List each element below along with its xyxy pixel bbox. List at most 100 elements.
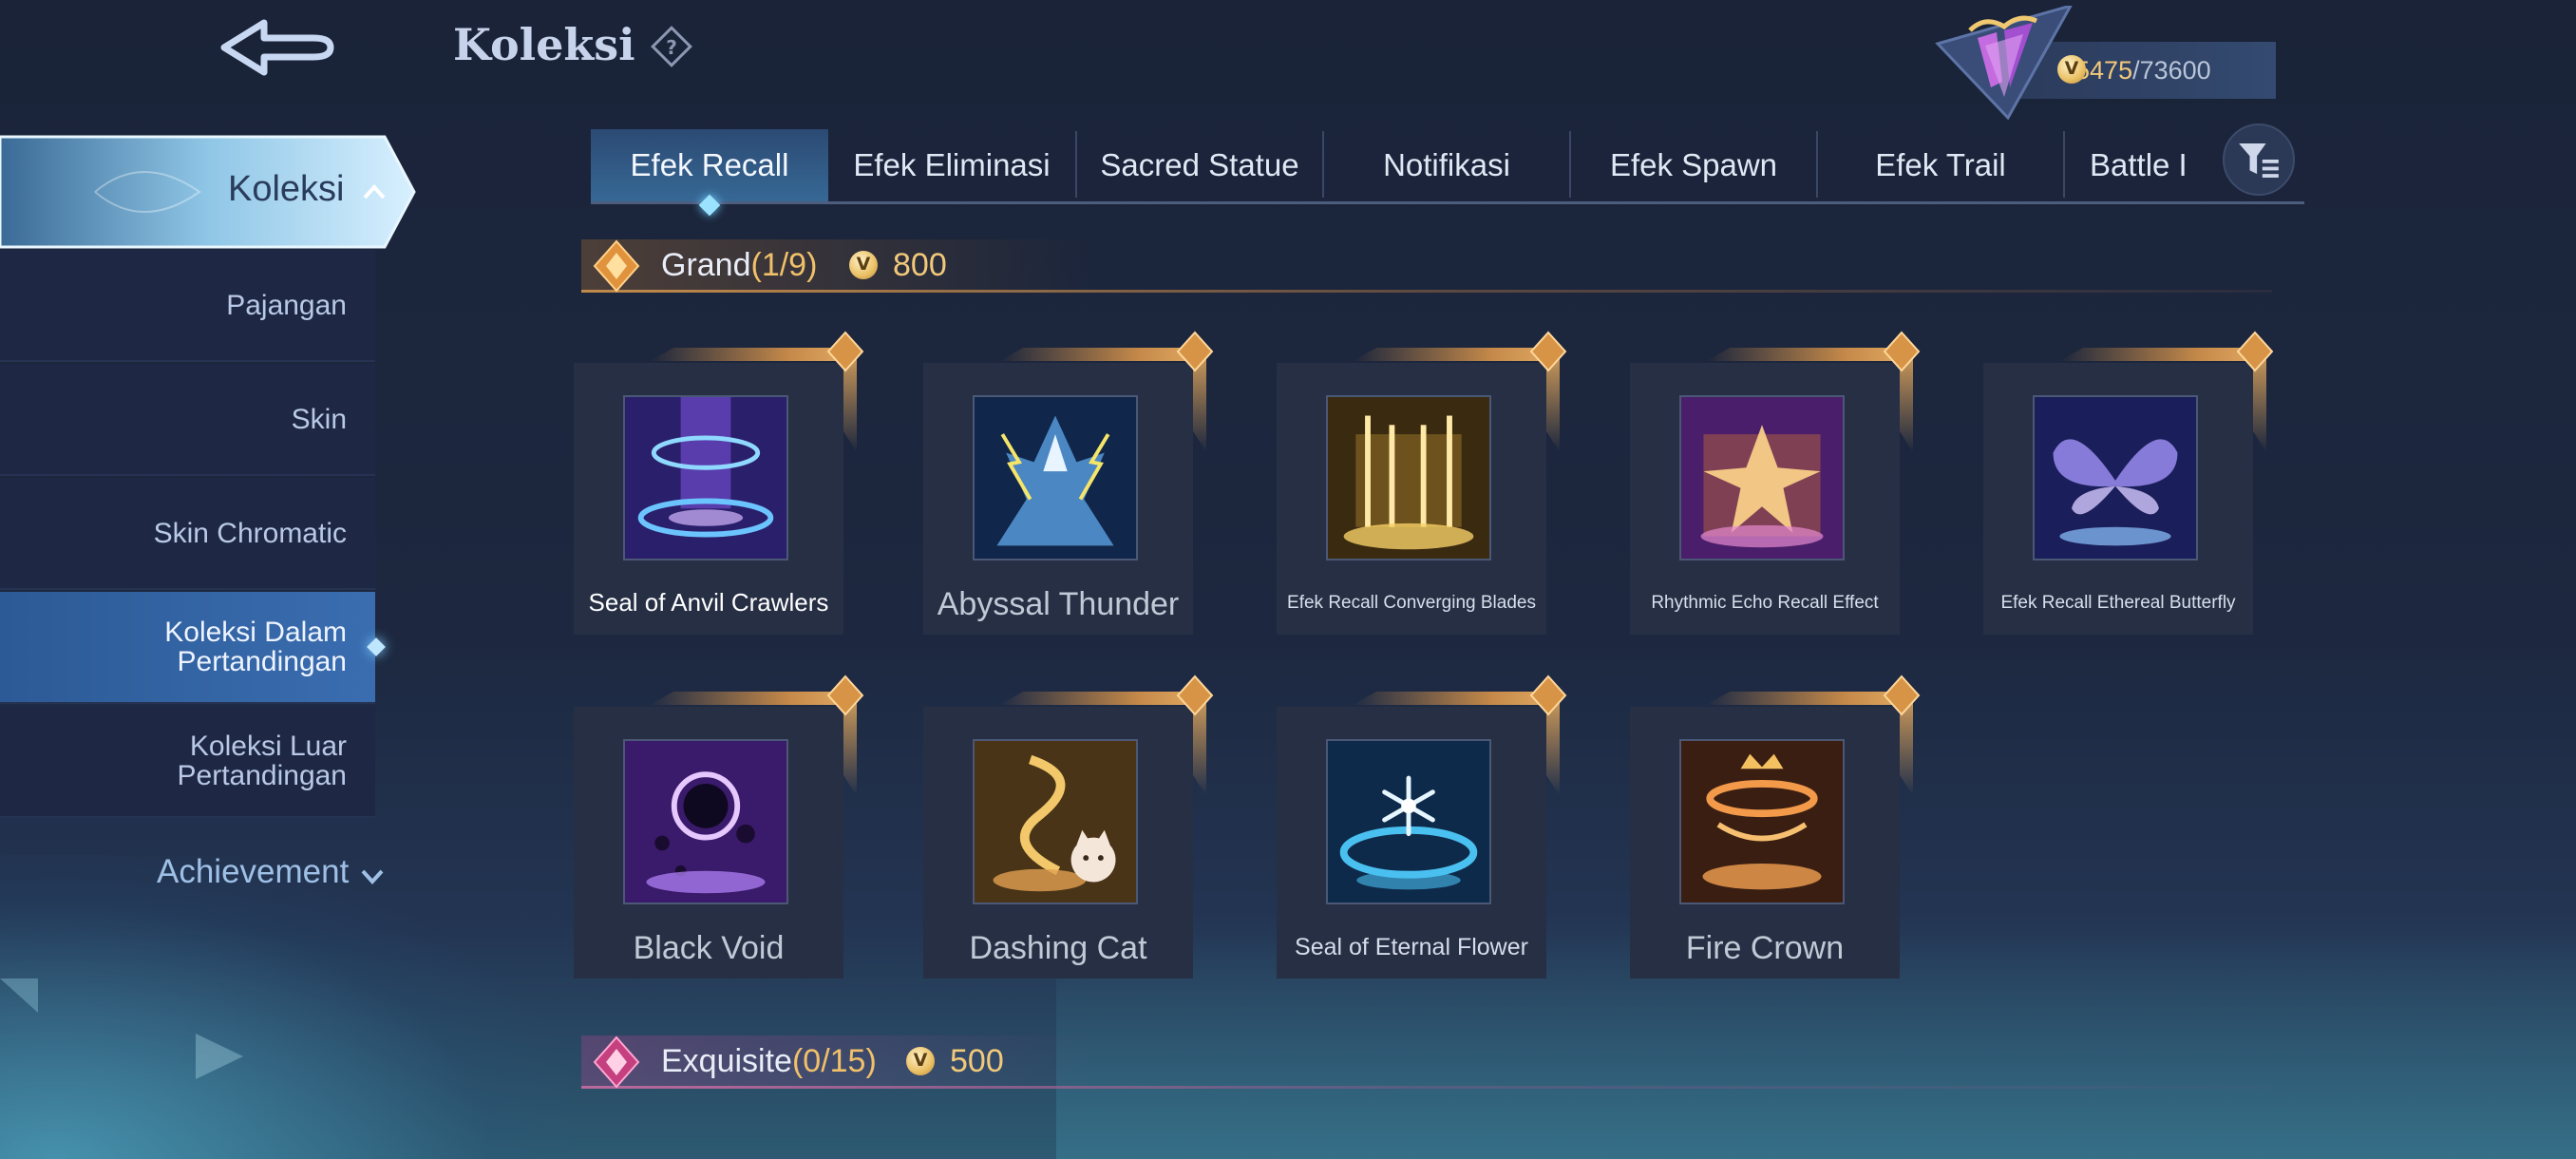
sidebar-item-skin-chromatic[interactable]: Skin Chromatic xyxy=(0,478,375,590)
page-title: Koleksi xyxy=(453,19,635,70)
card-frame xyxy=(650,348,849,361)
tier-gem-icon xyxy=(1883,674,1921,716)
card-frame xyxy=(1353,348,1552,361)
tab-label: Sacred Statue xyxy=(1100,147,1299,182)
card-thumbnail xyxy=(973,395,1138,560)
card-frame xyxy=(650,692,849,705)
sidebar-group-achievement[interactable]: Achievement xyxy=(157,853,349,891)
filter-button[interactable] xyxy=(2223,124,2295,196)
card-frame xyxy=(1706,692,1905,705)
tab-label: Efek Spawn xyxy=(1609,147,1778,182)
tab-label: Efek Eliminasi xyxy=(853,147,1051,182)
svg-text:?: ? xyxy=(666,36,677,59)
tier-gem-icon xyxy=(2236,331,2274,372)
tab-efek-eliminasi[interactable]: Efek Eliminasi xyxy=(828,129,1075,201)
card-name: Efek Recall Ethereal Butterfly xyxy=(2000,593,2236,613)
card-thumbnail xyxy=(1326,395,1491,560)
tab-sacred-statue[interactable]: Sacred Statue xyxy=(1077,129,1322,201)
help-icon[interactable]: ? xyxy=(650,25,693,68)
tier-gem-icon xyxy=(1176,331,1214,372)
rank-badge-icon xyxy=(1935,6,2073,120)
tier-gem-icon xyxy=(1529,674,1567,716)
dashing-cat-art xyxy=(975,741,1136,902)
tab-efek-recall[interactable]: Efek Recall xyxy=(591,129,828,201)
section-title: Grand(1/9) xyxy=(661,247,817,284)
card-name: Abyssal Thunder xyxy=(937,586,1180,622)
section-header-exquisite: Exquisite(0/15) 500 xyxy=(581,1036,2272,1089)
card-frame xyxy=(1353,692,1552,705)
background-shard xyxy=(0,978,38,1013)
section-title: Exquisite(0/15) xyxy=(661,1043,877,1080)
section-price: 500 xyxy=(950,1043,1004,1079)
card-name: Rhythmic Echo Recall Effect xyxy=(1651,593,1879,613)
collection-card[interactable]: Dashing Cat xyxy=(923,674,1214,978)
sidebar-group-koleksi[interactable] xyxy=(0,133,418,251)
black-void-art xyxy=(625,741,786,902)
card-name: Efek Recall Converging Blades xyxy=(1287,593,1536,613)
back-arrow-icon[interactable] xyxy=(218,15,342,84)
section-name: Grand xyxy=(661,247,751,283)
section-price: 800 xyxy=(893,247,947,283)
section-header-grand: Grand(1/9) 800 xyxy=(581,239,2272,293)
card-name: Seal of Eternal Flower xyxy=(1295,934,1528,960)
card-thumbnail xyxy=(973,739,1138,904)
tier-gem-icon xyxy=(826,674,864,716)
collection-card[interactable]: Black Void xyxy=(574,674,864,978)
section-price-coin-icon xyxy=(906,1047,935,1075)
tier-gem-icon xyxy=(1529,331,1567,372)
section-glow xyxy=(581,239,1094,293)
card-name: Dashing Cat xyxy=(969,930,1147,966)
chevron-up-icon xyxy=(363,184,386,200)
card-name: Black Void xyxy=(633,930,785,966)
tab-label: Efek Trail xyxy=(1875,147,2006,182)
sidebar-item-label: Skin Chromatic xyxy=(153,517,347,549)
tier-gem-icon xyxy=(826,331,864,372)
section-divider xyxy=(581,1086,2272,1089)
ethereal-butterfly-art xyxy=(2035,397,2196,559)
section-count: (0/15) xyxy=(791,1043,877,1079)
section-divider xyxy=(581,290,2272,293)
filter-icon xyxy=(2239,142,2279,178)
collection-card[interactable]: Rhythmic Echo Recall Effect xyxy=(1630,331,1921,635)
background-glow xyxy=(0,855,570,1159)
abyssal-thunder-art xyxy=(975,397,1136,559)
card-thumbnail xyxy=(623,395,788,560)
collection-card[interactable]: Fire Crown xyxy=(1630,674,1921,978)
card-frame xyxy=(1706,348,1905,361)
tab-notifikasi[interactable]: Notifikasi xyxy=(1324,129,1569,201)
collection-card[interactable]: Seal of Eternal Flower xyxy=(1277,674,1567,978)
tab-efek-trail[interactable]: Efek Trail xyxy=(1818,129,2063,201)
sidebar-item-koleksi-dalam-pertandingan[interactable]: Koleksi Dalam Pertandingan xyxy=(0,592,375,704)
sidebar-item-label: Koleksi Luar Pertandingan xyxy=(177,731,347,791)
card-frame xyxy=(2059,348,2259,361)
tab-label: Battle I xyxy=(2090,147,2188,182)
currency-max: 73600 xyxy=(2139,55,2211,85)
currency-separator: / xyxy=(2132,55,2140,85)
card-thumbnail xyxy=(1326,739,1491,904)
sidebar-item-koleksi-luar-pertandingan[interactable]: Koleksi Luar Pertandingan xyxy=(0,706,375,818)
collection-card[interactable]: Seal of Anvil Crawlers xyxy=(574,331,864,635)
sidebar-group-label: Koleksi xyxy=(228,169,345,209)
collection-card[interactable]: Abyssal Thunder xyxy=(923,331,1214,635)
eternal-flower-art xyxy=(1328,741,1489,902)
tab-label: Notifikasi xyxy=(1383,147,1510,182)
card-name: Seal of Anvil Crawlers xyxy=(588,588,829,617)
tab-battle[interactable]: Battle I xyxy=(2065,129,2226,201)
section-count: (1/9) xyxy=(750,247,818,283)
converging-blades-art xyxy=(1328,397,1489,559)
sidebar-item-pajangan[interactable]: Pajangan xyxy=(0,250,375,362)
tab-efek-spawn[interactable]: Efek Spawn xyxy=(1571,129,1816,201)
rhythmic-echo-art xyxy=(1681,397,1843,559)
card-thumbnail xyxy=(623,739,788,904)
collection-card[interactable]: Efek Recall Converging Blades xyxy=(1277,331,1567,635)
section-price-coin-icon xyxy=(849,251,878,279)
sidebar-item-skin[interactable]: Skin xyxy=(0,364,375,476)
tier-gem-icon xyxy=(1883,331,1921,372)
collection-card[interactable]: Efek Recall Ethereal Butterfly xyxy=(1983,331,2274,635)
anvil-crawlers-art xyxy=(625,397,786,559)
background-shard xyxy=(196,1034,243,1079)
card-thumbnail xyxy=(1679,395,1845,560)
fire-crown-art xyxy=(1681,741,1843,902)
card-frame xyxy=(999,692,1199,705)
tier-gem-icon xyxy=(1176,674,1214,716)
